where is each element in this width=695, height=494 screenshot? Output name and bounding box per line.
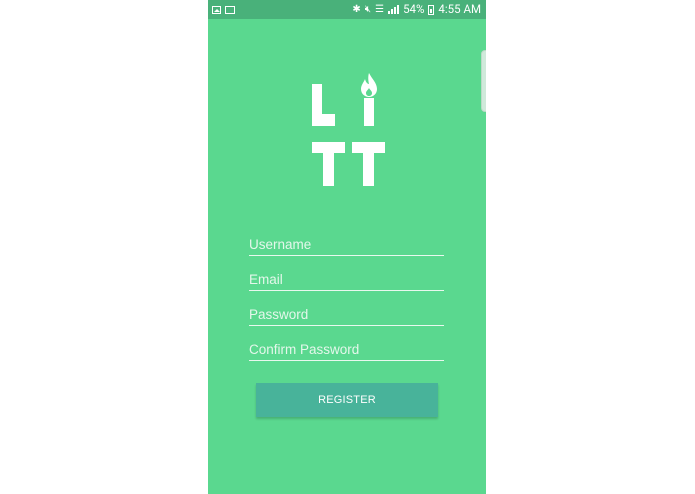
cc-icon	[225, 5, 235, 14]
gallery-icon	[212, 5, 221, 14]
register-button[interactable]: REGISTER	[256, 383, 438, 417]
confirm-password-input[interactable]	[249, 339, 444, 361]
app-screen: ✱ 🔇︎ ☰ 54% 4:55 AM Username Email REGIST…	[208, 0, 486, 494]
username-field-container	[249, 230, 444, 265]
status-bar-right: ✱ 🔇︎ ☰ 54% 4:55 AM	[352, 0, 481, 19]
clock: 4:55 AM	[438, 2, 481, 16]
register-form	[249, 230, 444, 370]
email-field-container	[249, 265, 444, 300]
password-input[interactable]	[249, 304, 444, 326]
confirm-password-field-container	[249, 335, 444, 370]
password-field-container	[249, 300, 444, 335]
status-bar: ✱ 🔇︎ ☰ 54% 4:55 AM	[208, 0, 486, 19]
bluetooth-icon: ✱	[352, 4, 361, 15]
edge-panel-handle[interactable]	[481, 50, 486, 112]
email-input[interactable]	[249, 269, 444, 291]
signal-icon	[388, 5, 400, 14]
wifi-icon: ☰	[375, 4, 385, 15]
battery-percent: 54%	[403, 2, 425, 16]
status-bar-left	[212, 0, 235, 19]
mute-icon: 🔇︎	[364, 4, 372, 15]
litt-logo	[312, 73, 385, 186]
username-input[interactable]	[249, 234, 444, 256]
battery-icon	[428, 4, 435, 15]
